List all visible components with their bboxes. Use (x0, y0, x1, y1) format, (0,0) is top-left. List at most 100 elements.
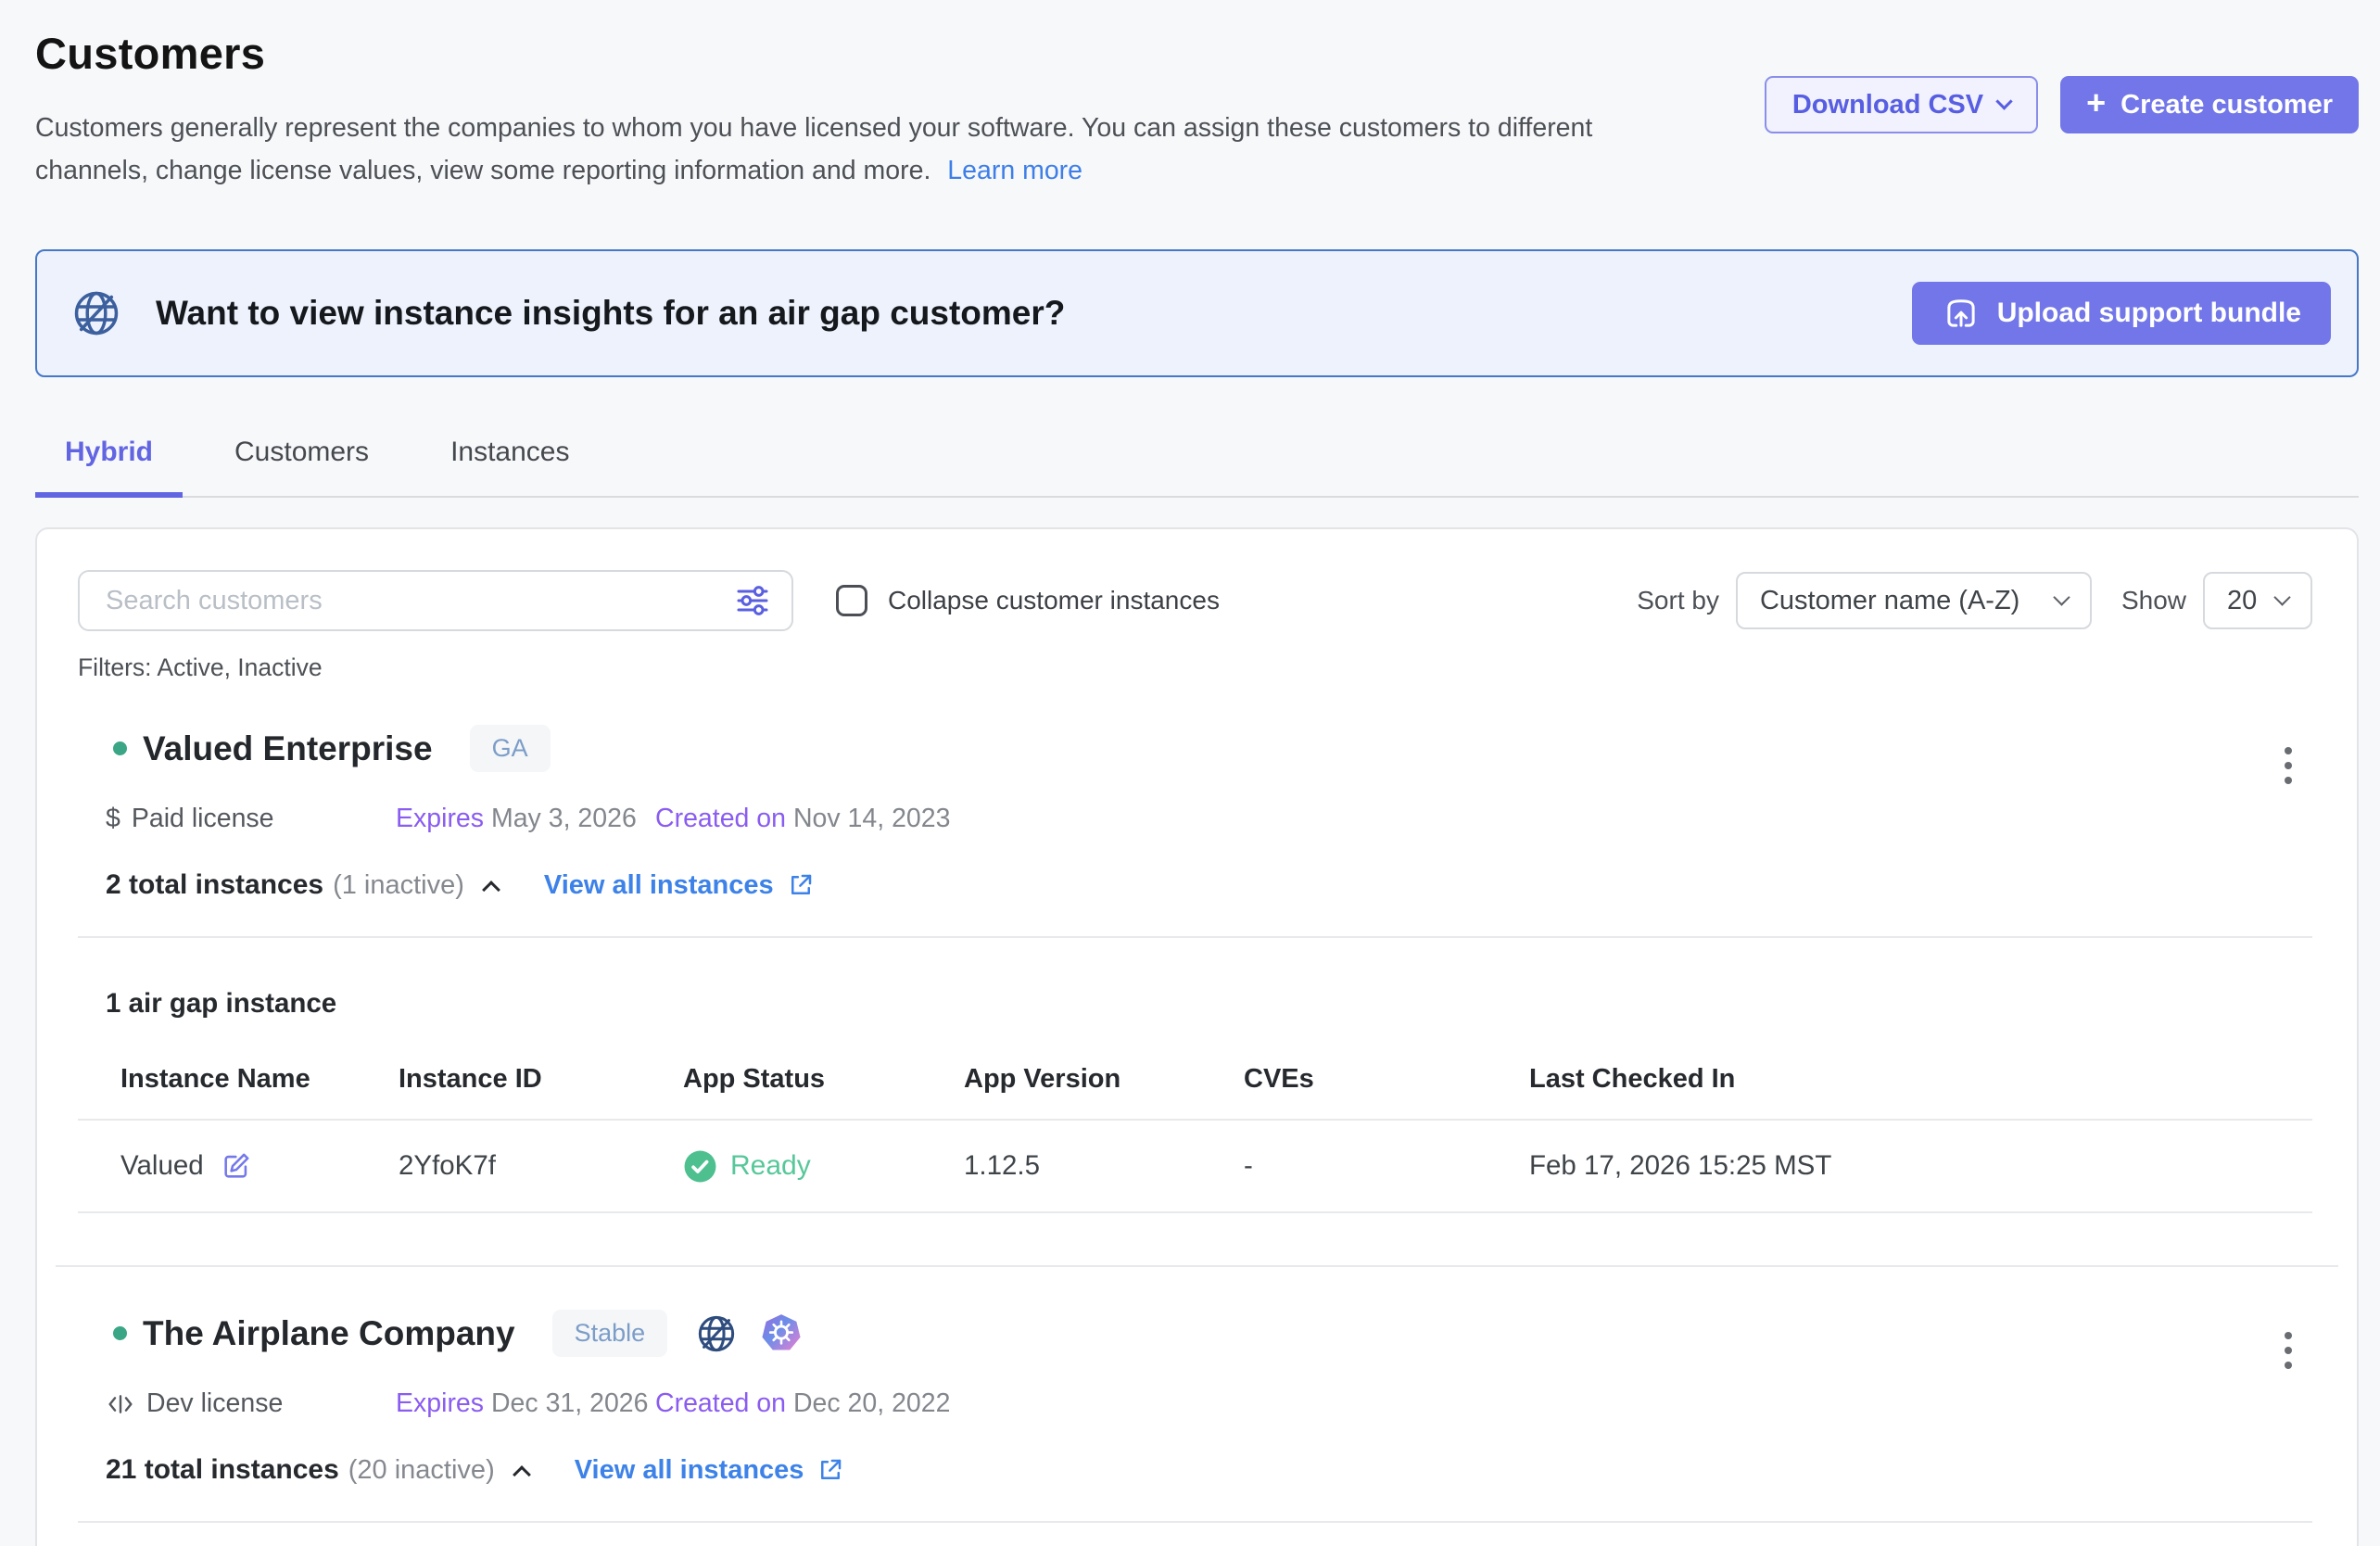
total-instances: 2 total instances (106, 869, 323, 901)
instances-table: Instance Name Instance ID App Status App… (37, 1057, 2357, 1213)
table-header-row: Instance Name Instance ID App Status App… (78, 1057, 2312, 1121)
col-cves: CVEs (1244, 1064, 1529, 1095)
customer-section-airplane-company: The Airplane Company Stable (37, 1267, 2357, 1546)
instance-id-cell: 2YfoK7f (399, 1150, 683, 1182)
created-field: Created on Dec 20, 2022 (655, 1388, 950, 1419)
table-row: Valued 2YfoK7f Ready (78, 1121, 2312, 1213)
view-all-instances-link[interactable]: View all instances (575, 1455, 845, 1486)
channel-badge: Stable (552, 1310, 668, 1357)
download-csv-label: Download CSV (1792, 90, 1983, 120)
app-status-cell: Ready (683, 1149, 964, 1184)
page-header: Customers Customers generally represent … (0, 0, 2380, 192)
cves-cell: - (1244, 1150, 1529, 1182)
customers-page: Customers Customers generally represent … (0, 0, 2380, 1546)
external-link-icon (787, 871, 815, 899)
tab-bar: Hybrid Customers Instances (35, 437, 2359, 498)
customers-card: Collapse customer instances Sort by Cust… (35, 527, 2359, 1546)
collapse-label: Collapse customer instances (888, 586, 1220, 615)
view-all-instances-link[interactable]: View all instances (544, 870, 815, 901)
airgap-insights-banner: Want to view instance insights for an ai… (35, 249, 2359, 377)
customer-header: Valued Enterprise GA (37, 725, 2357, 772)
create-customer-label: Create customer (2120, 90, 2333, 120)
customer-menu-button[interactable] (2279, 1326, 2298, 1375)
description-line-1: Customers generally represent the compan… (35, 107, 1592, 149)
inactive-note: (20 inactive) (348, 1455, 495, 1486)
customer-menu-button[interactable] (2279, 741, 2298, 790)
airgap-globe-icon (695, 1312, 738, 1355)
upload-support-bundle-label: Upload support bundle (1997, 298, 2301, 329)
inactive-note: (1 inactive) (333, 870, 464, 901)
airgap-globe-icon (70, 287, 122, 339)
col-instance-id: Instance ID (399, 1064, 683, 1095)
customer-header: The Airplane Company Stable (37, 1310, 2357, 1357)
create-customer-button[interactable]: + Create customer (2060, 76, 2359, 133)
learn-more-link[interactable]: Learn more (947, 156, 1082, 185)
toolbar-right: Sort by Customer name (A-Z) Show 20 (1637, 572, 2312, 629)
app-version-cell: 1.12.5 (964, 1150, 1244, 1182)
collapse-checkbox[interactable] (836, 585, 867, 616)
instances-summary: 21 total instances (20 inactive) View al… (37, 1454, 2357, 1486)
active-status-dot (113, 1326, 127, 1340)
filter-sliders-icon[interactable] (734, 582, 771, 619)
last-checked-in-cell: Feb 17, 2026 15:25 MST (1529, 1150, 2312, 1182)
license-type: Dev license (106, 1388, 396, 1419)
customer-meta: $ Paid license Expires May 3, 2026 Creat… (37, 804, 2357, 834)
divider (78, 936, 2312, 938)
upload-icon (1942, 294, 1981, 333)
dev-license-code-icon (106, 1389, 135, 1419)
dollar-icon: $ (106, 804, 120, 834)
show-select[interactable]: 20 (2203, 572, 2312, 629)
page-description: Customers generally represent the compan… (35, 107, 1592, 192)
tab-hybrid[interactable]: Hybrid (35, 437, 183, 498)
chevron-down-icon (1995, 93, 2012, 109)
description-line-2: channels, change license values, view so… (35, 156, 930, 185)
page-header-left: Customers Customers generally represent … (35, 28, 1592, 192)
chevron-down-icon (2053, 589, 2070, 605)
show-label: Show (2121, 586, 2186, 615)
col-last-checked-in: Last Checked In (1529, 1064, 2312, 1095)
collapse-chevron-up-icon[interactable] (482, 881, 500, 899)
customer-name[interactable]: The Airplane Company (143, 1314, 515, 1353)
instance-name-cell: Valued (120, 1150, 399, 1182)
active-status-dot (113, 741, 127, 755)
total-instances: 21 total instances (106, 1454, 339, 1486)
customer-name[interactable]: Valued Enterprise (143, 729, 433, 768)
tab-customers[interactable]: Customers (205, 437, 399, 496)
search-box (78, 570, 793, 631)
external-link-icon (817, 1456, 844, 1484)
col-app-status: App Status (683, 1064, 964, 1095)
license-type-label: Dev license (146, 1388, 283, 1419)
created-field: Created on Nov 14, 2023 (655, 804, 950, 834)
upload-support-bundle-button[interactable]: Upload support bundle (1912, 282, 2331, 345)
show-select-value: 20 (2227, 586, 2257, 616)
license-type-label: Paid license (132, 804, 274, 834)
airgap-instance-heading: 1 air gap instance (37, 988, 2357, 1020)
active-filters-text: Filters: Active, Inactive (37, 631, 2357, 682)
divider (78, 1521, 2312, 1523)
collapse-instances-toggle[interactable]: Collapse customer instances (836, 585, 1220, 616)
customer-section-valued-enterprise: Valued Enterprise GA $ Paid license Expi… (37, 682, 2357, 1213)
collapse-chevron-up-icon[interactable] (513, 1465, 531, 1484)
search-input[interactable] (104, 585, 734, 617)
col-app-version: App Version (964, 1064, 1244, 1095)
instances-summary: 2 total instances (1 inactive) View all … (37, 869, 2357, 901)
edit-icon[interactable] (221, 1150, 252, 1182)
tab-instances[interactable]: Instances (421, 437, 599, 496)
expires-field: Expires May 3, 2026 (396, 804, 655, 834)
expires-field: Expires Dec 31, 2026 (396, 1388, 655, 1419)
toolbar: Collapse customer instances Sort by Cust… (37, 570, 2357, 631)
license-type: $ Paid license (106, 804, 396, 834)
col-instance-name: Instance Name (120, 1064, 399, 1095)
header-actions: Download CSV + Create customer (1765, 76, 2359, 133)
banner-title: Want to view instance insights for an ai… (156, 294, 1912, 333)
page-title: Customers (35, 28, 1592, 79)
download-csv-button[interactable]: Download CSV (1765, 76, 2038, 133)
sort-select[interactable]: Customer name (A-Z) (1736, 572, 2092, 629)
channel-badge: GA (470, 725, 551, 772)
kubernetes-icon (760, 1312, 803, 1355)
sort-select-value: Customer name (A-Z) (1760, 586, 2019, 616)
customer-meta: Dev license Expires Dec 31, 2026 Created… (37, 1388, 2357, 1419)
install-type-icons (695, 1312, 803, 1355)
sort-by-label: Sort by (1637, 586, 1719, 615)
ready-check-icon (683, 1149, 717, 1184)
